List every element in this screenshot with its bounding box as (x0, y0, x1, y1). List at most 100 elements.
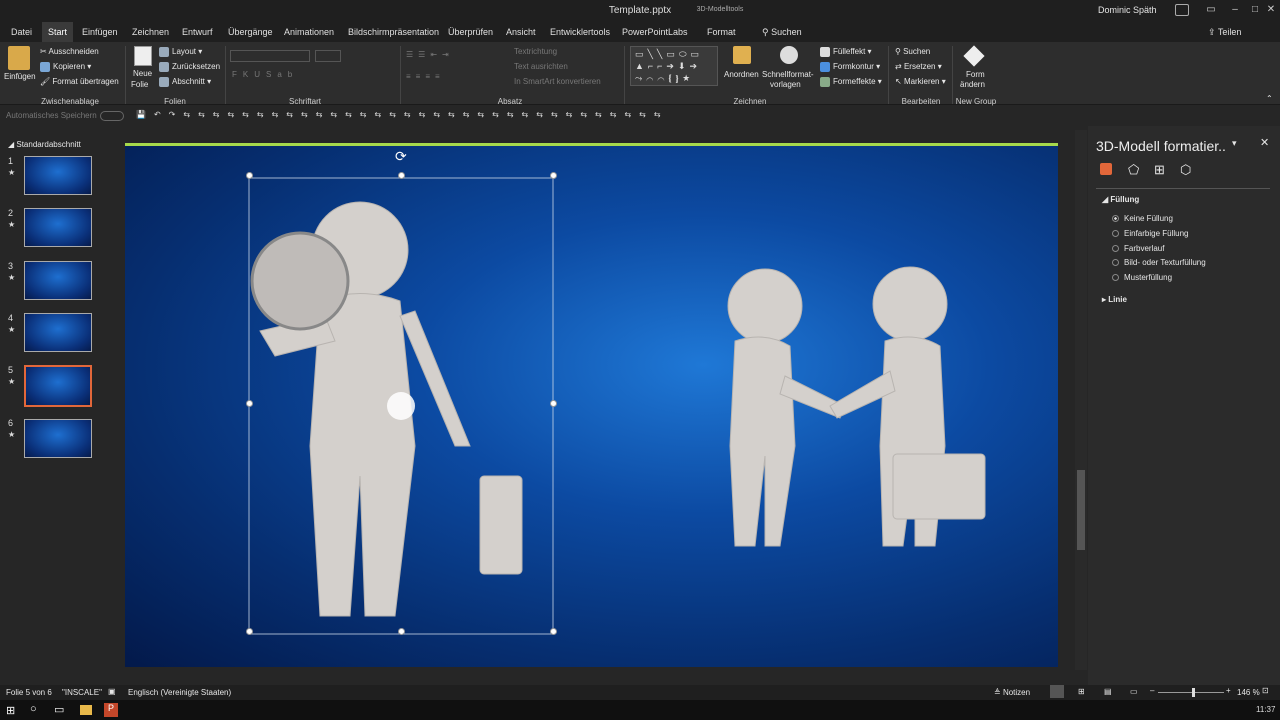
section-button[interactable]: Abschnitt ▾ (159, 77, 211, 87)
tab-einfuegen[interactable]: Einfügen (82, 27, 118, 37)
normal-view-icon[interactable] (1050, 685, 1064, 698)
qat-buttons[interactable]: 💾↶↷⇆⇆⇆⇆⇆⇆⇆⇆⇆⇆⇆⇆⇆⇆⇆⇆⇆⇆⇆⇆⇆⇆⇆⇆⇆⇆⇆⇆⇆⇆⇆⇆⇆ (136, 110, 669, 119)
find-button[interactable]: ⚲ Suchen (895, 47, 930, 56)
align-text-button[interactable]: Text ausrichten (514, 62, 568, 71)
reading-view-icon[interactable]: ▤ (1104, 687, 1112, 696)
tab-zeichnen[interactable]: Zeichnen (132, 27, 169, 37)
tab-entwicklertools[interactable]: Entwicklertools (550, 27, 610, 37)
quick-styles-button[interactable]: Schnellformat- (762, 70, 814, 79)
effects-button[interactable]: Formeffekte ▾ (820, 77, 882, 87)
3d-figures[interactable]: ⟳ (125, 146, 1058, 667)
vertical-scrollbar[interactable] (1075, 130, 1087, 670)
font-size-box[interactable] (315, 50, 341, 62)
search-box[interactable]: ⚲ Suchen (762, 27, 802, 38)
text-direction-button[interactable]: Textrichtung (514, 47, 557, 56)
font-name-box[interactable] (230, 50, 310, 62)
font-style-buttons[interactable]: FKUSab (232, 70, 298, 79)
fill-option[interactable]: Musterfüllung (1112, 273, 1172, 282)
fill-option[interactable]: Keine Füllung (1112, 214, 1173, 223)
slide-thumb-6[interactable] (24, 419, 92, 458)
resize-handle[interactable] (550, 172, 557, 179)
change-shape-button[interactable]: Form (966, 70, 985, 79)
replace-button[interactable]: ⇄ Ersetzen ▾ (895, 62, 942, 71)
close-icon[interactable]: ✕ (1264, 4, 1278, 16)
resize-handle[interactable] (246, 628, 253, 635)
new-slide-button[interactable]: Neue (133, 69, 152, 78)
fill-option[interactable]: Farbverlauf (1112, 244, 1164, 253)
zoom-out-icon[interactable]: – (1150, 686, 1154, 695)
resize-handle[interactable] (398, 172, 405, 179)
tab-powerpointlabs[interactable]: PowerPointLabs (622, 27, 688, 37)
ribbon-display-icon[interactable]: ▭ (1204, 4, 1218, 16)
outline-button[interactable]: Formkontur ▾ (820, 62, 880, 72)
scroll-thumb[interactable] (1077, 470, 1085, 550)
slideshow-icon[interactable]: ▭ (1130, 687, 1138, 696)
zoom-level[interactable]: 146 % (1237, 688, 1260, 697)
collapse-ribbon-icon[interactable]: ⌃ (1266, 94, 1273, 103)
format-painter-button[interactable]: 🖌 Format übertragen (40, 77, 119, 86)
slide-thumb-5[interactable] (24, 365, 92, 407)
account-icon[interactable] (1175, 4, 1189, 16)
size-properties-icon[interactable]: ⊞ (1154, 162, 1165, 178)
task-view-icon[interactable]: ▭ (54, 703, 64, 716)
pane-close-icon[interactable]: ✕ (1260, 136, 1269, 149)
tab-ansicht[interactable]: Ansicht (506, 27, 536, 37)
slide-sorter-icon[interactable]: ⊞ (1078, 687, 1085, 696)
powerpoint-icon[interactable]: P (104, 703, 118, 717)
zoom-slider-thumb[interactable] (1192, 688, 1195, 697)
slide-canvas[interactable]: ⟳ (125, 143, 1058, 667)
tab-ueberpruefen[interactable]: Überprüfen (448, 27, 493, 37)
copy-button[interactable]: Kopieren ▾ (40, 62, 91, 72)
file-explorer-icon[interactable] (80, 705, 92, 715)
section-header[interactable]: ◢ Standardabschnitt (8, 140, 81, 149)
resize-handle[interactable] (398, 628, 405, 635)
layout-button[interactable]: Layout ▾ (159, 47, 202, 57)
tab-format[interactable]: Format (707, 27, 736, 37)
maximize-icon[interactable]: □ (1248, 4, 1262, 16)
resize-handle[interactable] (550, 400, 557, 407)
tab-animationen[interactable]: Animationen (284, 27, 334, 37)
fill-option[interactable]: Bild- oder Texturfüllung (1112, 258, 1206, 267)
zoom-in-icon[interactable]: + (1226, 686, 1231, 695)
share-button[interactable]: ⇪ Teilen (1208, 27, 1241, 38)
notes-button[interactable]: ≜ Notizen (994, 688, 1030, 697)
resize-handle[interactable] (246, 172, 253, 179)
pane-options-icon[interactable]: ▾ (1232, 138, 1237, 149)
cut-button[interactable]: ✂ Ausschneiden (40, 47, 99, 56)
paste-button[interactable]: Einfügen (4, 72, 36, 81)
line-section-header[interactable]: ▸ Linie (1102, 295, 1127, 304)
language-indicator[interactable]: Englisch (Vereinigte Staaten) (128, 688, 231, 697)
slide-thumb-4[interactable] (24, 313, 92, 352)
fill-button[interactable]: Fülleffekt ▾ (820, 47, 872, 57)
smartart-button[interactable]: In SmartArt konvertieren (514, 77, 601, 86)
spellcheck-icon[interactable]: ▣ (108, 687, 116, 696)
shapes-gallery[interactable]: ▭╲╲▭⬭▭ ▲⌐⌐➔⬇➔ ⤳⌒⌒❴❵★ (630, 46, 718, 86)
fill-option[interactable]: Einfarbige Füllung (1112, 229, 1188, 238)
autosave-toggle[interactable] (100, 111, 124, 121)
align-buttons[interactable]: ≡≡≡≡ (406, 72, 445, 81)
arrange-button[interactable]: Anordnen (724, 70, 759, 79)
select-button[interactable]: ↖ Markieren ▾ (895, 77, 946, 86)
slide-thumb-3[interactable] (24, 261, 92, 300)
tab-bildschirmpraesentation[interactable]: Bildschirmpräsentation (348, 27, 439, 37)
resize-handle[interactable] (246, 400, 253, 407)
slide-thumb-1[interactable] (24, 156, 92, 195)
cortana-icon[interactable]: ○ (30, 703, 37, 715)
slide-thumb-2[interactable] (24, 208, 92, 247)
fit-slide-icon[interactable]: ⊡ (1262, 686, 1269, 695)
list-buttons[interactable]: ☰☰⇤⇥ (406, 50, 454, 59)
tab-uebergaenge[interactable]: Übergänge (228, 27, 273, 37)
minimize-icon[interactable]: – (1228, 4, 1242, 16)
fill-line-icon[interactable] (1100, 163, 1112, 175)
fill-section-header[interactable]: ◢ Füllung (1102, 195, 1139, 204)
windows-start-icon[interactable]: ⊞ (6, 704, 15, 717)
tab-entwurf[interactable]: Entwurf (182, 27, 213, 37)
tab-start[interactable]: Start (42, 22, 74, 42)
user-name[interactable]: Dominic Späth (1098, 5, 1157, 15)
reset-button[interactable]: Zurücksetzen (159, 62, 220, 72)
3d-model-icon[interactable]: ⬡ (1180, 162, 1191, 178)
zoom-slider[interactable] (1158, 692, 1224, 693)
resize-handle[interactable] (550, 628, 557, 635)
tab-datei[interactable]: Datei (11, 27, 32, 37)
pentagon-effects-icon[interactable]: ⬠ (1128, 162, 1139, 178)
